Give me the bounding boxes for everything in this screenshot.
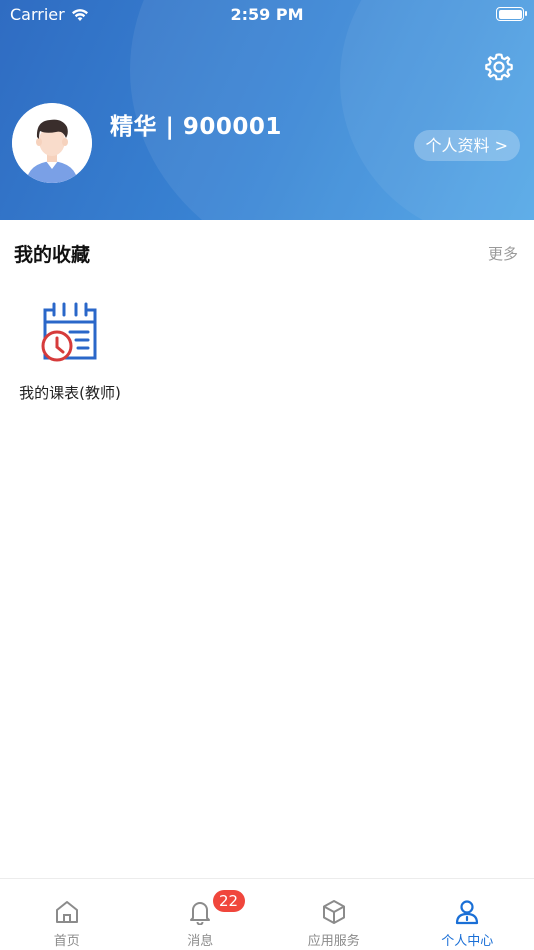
bell-icon <box>190 902 211 925</box>
profile-screen: Carrier 2:59 PM 精华 | 900001 个人资料 > 我的收藏 … <box>0 0 534 950</box>
tab-messages[interactable]: 22 消息 <box>134 879 268 950</box>
profile-details-button[interactable]: 个人资料 > <box>413 130 520 161</box>
home-icon <box>55 901 78 923</box>
avatar[interactable] <box>12 103 92 183</box>
clock: 2:59 PM <box>230 5 304 24</box>
calendar-clock-icon <box>41 302 97 362</box>
tab-bar: 首页 22 消息 应用服务 个人中心 <box>0 878 534 950</box>
user-name-id: 精华 | 900001 <box>110 114 282 140</box>
settings-button[interactable] <box>484 52 514 82</box>
cube-icon <box>322 900 345 924</box>
status-bar: Carrier 2:59 PM <box>0 0 534 28</box>
favorite-item-teacher-schedule[interactable]: 我的课表(教师) <box>10 296 130 406</box>
gear-icon <box>485 53 513 81</box>
tab-app-services[interactable]: 应用服务 <box>267 879 401 950</box>
unread-badge: 22 <box>212 890 245 912</box>
tab-messages-label: 消息 <box>187 934 214 949</box>
favorites-more-link[interactable]: 更多 <box>488 243 518 264</box>
profile-header: Carrier 2:59 PM 精华 | 900001 个人资料 > <box>0 0 534 220</box>
battery-icon <box>496 7 527 21</box>
tab-personal-center-label: 个人中心 <box>441 934 494 949</box>
tab-personal-center[interactable]: 个人中心 <box>401 879 534 950</box>
tab-home-label: 首页 <box>53 934 80 949</box>
user-avatar-icon <box>12 103 92 183</box>
person-icon <box>456 900 479 925</box>
favorite-item-label: 我的课表(教师) <box>19 384 121 402</box>
tab-home[interactable]: 首页 <box>0 879 134 950</box>
favorites-title: 我的收藏 <box>14 244 91 266</box>
tab-app-services-label: 应用服务 <box>307 934 360 949</box>
